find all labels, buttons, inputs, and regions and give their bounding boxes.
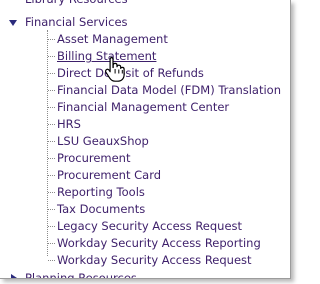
tree-child-direct-deposit-of-refunds[interactable]: Direct Deposit of Refunds xyxy=(0,65,290,82)
tree-child-legacy-security-access-request[interactable]: Legacy Security Access Request xyxy=(0,218,290,235)
navigation-tree-panel: Library Resources Financial Services Ass… xyxy=(0,0,291,279)
tree-child-workday-security-access-request[interactable]: Workday Security Access Request xyxy=(0,252,290,269)
tree-child-fdm-translation[interactable]: Financial Data Model (FDM) Translation xyxy=(0,82,290,99)
tree-child-label[interactable]: LSU GeauxShop xyxy=(57,133,149,150)
tree-child-label[interactable]: Asset Management xyxy=(57,31,168,48)
tree-item-label: Library Resources xyxy=(25,0,128,8)
collapse-triangle-right-icon[interactable] xyxy=(11,274,17,278)
tree-child-reporting-tools[interactable]: Reporting Tools xyxy=(0,184,290,201)
tree-child-procurement[interactable]: Procurement xyxy=(0,150,290,167)
tree-child-billing-statement[interactable]: Billing Statement xyxy=(0,48,290,65)
tree-child-label[interactable]: Direct Deposit of Refunds xyxy=(57,65,204,82)
tree-child-label[interactable]: HRS xyxy=(57,116,81,133)
tree-child-financial-management-center[interactable]: Financial Management Center xyxy=(0,99,290,116)
tree-child-label[interactable]: Procurement xyxy=(57,150,130,167)
tree-child-workday-security-access-reporting[interactable]: Workday Security Access Reporting xyxy=(0,235,290,252)
hand-pointer-icon xyxy=(104,56,125,82)
tree-child-label[interactable]: Procurement Card xyxy=(57,167,161,184)
tree-child-label[interactable]: Reporting Tools xyxy=(57,184,145,201)
tree-category-label: Financial Services xyxy=(25,15,128,29)
tree-category-label: Planning Resources xyxy=(25,271,137,279)
tree-child-label[interactable]: Workday Security Access Reporting xyxy=(57,235,261,252)
tree-child-procurement-card[interactable]: Procurement Card xyxy=(0,167,290,184)
tree-child-asset-management[interactable]: Asset Management xyxy=(0,31,290,48)
tree-child-label[interactable]: Financial Data Model (FDM) Translation xyxy=(57,82,281,99)
expand-triangle-down-icon[interactable] xyxy=(9,20,17,26)
tree-child-label[interactable]: Legacy Security Access Request xyxy=(57,218,242,235)
tree-child-tax-documents[interactable]: Tax Documents xyxy=(0,201,290,218)
tree-child-label[interactable]: Workday Security Access Request xyxy=(57,252,252,269)
tree-child-label[interactable]: Financial Management Center xyxy=(57,99,229,116)
tree-child-hrs[interactable]: HRS xyxy=(0,116,290,133)
tree-child-label[interactable]: Tax Documents xyxy=(57,201,145,218)
tree-child-lsu-geauxshop[interactable]: LSU GeauxShop xyxy=(0,133,290,150)
